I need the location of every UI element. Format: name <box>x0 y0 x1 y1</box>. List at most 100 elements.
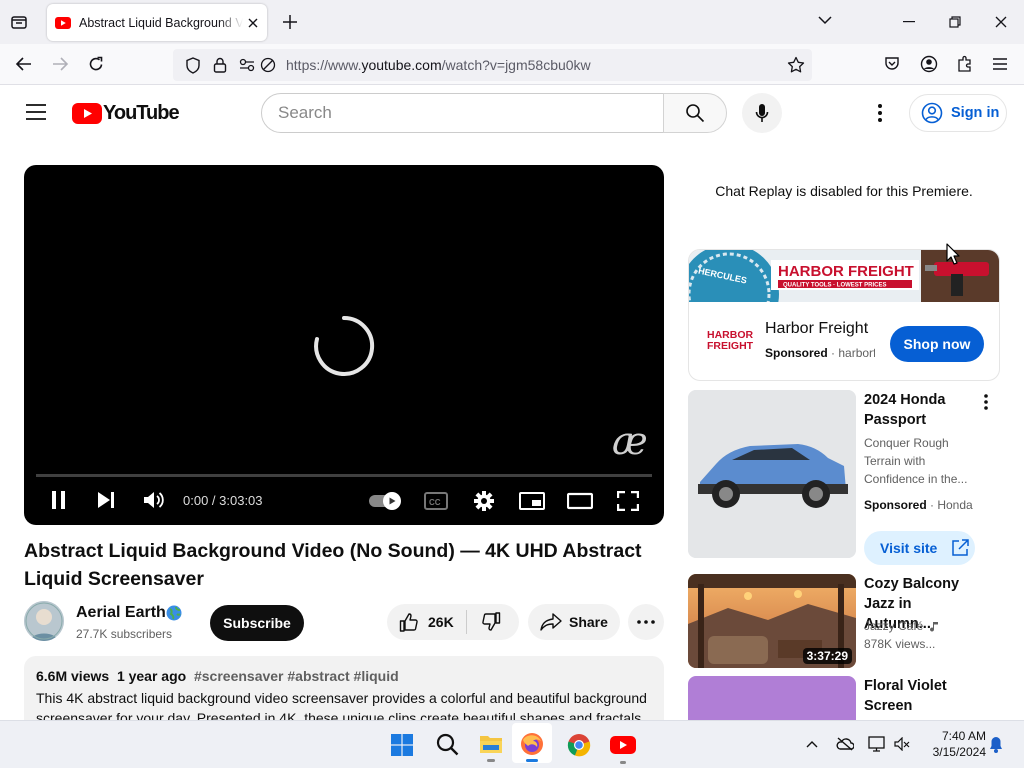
jazz-video-views: 878K views... <box>864 637 936 651</box>
video-duration: 3:37:29 <box>802 648 852 664</box>
video-player[interactable]: æ 0:00 / 3:03:03 CC <box>24 165 664 525</box>
minimize-icon[interactable] <box>903 21 915 23</box>
network-display-icon[interactable] <box>868 736 886 752</box>
music-note-icon <box>929 621 940 633</box>
open-external-icon <box>951 539 970 557</box>
youtube-masthead: YouTube Search Sign in <box>0 85 1024 141</box>
voice-search-button[interactable] <box>742 93 782 133</box>
subtitles-cc-button[interactable]: CC <box>424 492 448 510</box>
channel-name[interactable]: Aerial Earth <box>76 604 166 622</box>
bookmark-star-icon[interactable] <box>787 56 805 74</box>
file-explorer-icon[interactable] <box>479 733 503 762</box>
like-button[interactable]: 26K <box>387 610 467 634</box>
share-button[interactable]: Share <box>528 604 620 640</box>
miniplayer-button[interactable] <box>519 492 545 510</box>
firefox-taskbar-button[interactable] <box>512 723 552 763</box>
progress-bar[interactable] <box>36 474 652 477</box>
ad-more-options-icon[interactable] <box>984 394 988 410</box>
tab-title: Abstract Liquid Background Video (No Sou… <box>79 15 243 30</box>
honda-ad-title[interactable]: 2024 Honda Passport <box>864 390 974 430</box>
pause-button[interactable] <box>50 490 68 510</box>
channel-avatar[interactable] <box>24 601 64 641</box>
notification-bell-icon[interactable] <box>989 736 1003 753</box>
youtube-app-icon[interactable] <box>610 736 636 764</box>
autoplay-toggle[interactable] <box>368 491 404 511</box>
video-title: Abstract Liquid Background Video (No Sou… <box>24 540 642 590</box>
subscriber-count: 27.7K subscribers <box>76 627 173 641</box>
ad-advertiser-name[interactable]: Harbor Freight <box>765 320 868 338</box>
tracking-protection-shield-icon[interactable] <box>185 57 201 74</box>
windows-start-icon[interactable] <box>391 734 413 756</box>
subscribe-button[interactable]: Subscribe <box>210 605 304 641</box>
mouse-cursor-icon <box>946 243 960 265</box>
channel-watermark[interactable]: æ <box>612 421 648 461</box>
thumbs-up-icon <box>399 612 419 632</box>
globe-emoji-icon <box>166 605 182 621</box>
youtube-logo[interactable]: YouTube <box>72 102 180 125</box>
app-menu-icon[interactable] <box>993 58 1007 70</box>
restore-icon[interactable] <box>949 16 961 28</box>
shop-now-button[interactable]: Shop now <box>890 326 984 362</box>
windows-taskbar: 7:40 AM 3/15/2024 <box>0 720 1024 768</box>
pocket-icon[interactable] <box>884 56 900 72</box>
fullscreen-button[interactable] <box>617 491 639 511</box>
settings-more-icon[interactable] <box>878 104 882 122</box>
close-tab-icon[interactable] <box>247 17 259 29</box>
permissions-icon[interactable] <box>239 58 255 72</box>
list-all-tabs-chevron-icon[interactable] <box>818 15 832 25</box>
settings-gear-icon[interactable] <box>473 490 495 512</box>
harbor-freight-logo[interactable]: HARBOR FREIGHT <box>707 330 753 352</box>
jazz-video-thumbnail[interactable]: 3:37:29 <box>688 574 856 668</box>
speaker-muted-icon[interactable] <box>894 737 910 751</box>
extensions-icon[interactable] <box>957 55 973 72</box>
floral-video-thumbnail[interactable] <box>688 676 856 720</box>
search-button[interactable] <box>663 93 727 133</box>
taskbar-clock[interactable]: 7:40 AM 3/15/2024 <box>916 728 986 760</box>
ad-sponsored-line: Sponsored · harborf <box>765 346 875 360</box>
guide-menu-icon[interactable] <box>26 104 46 120</box>
sign-in-button[interactable]: Sign in <box>909 94 1007 132</box>
next-video-button[interactable] <box>96 491 116 509</box>
account-icon[interactable] <box>920 55 938 73</box>
url-text[interactable]: https://www.youtube.com/watch?v=jgm58cbu… <box>286 57 591 73</box>
browser-nav-bar: https://www.youtube.com/watch?v=jgm58cbu… <box>0 44 1024 85</box>
honda-ad-sponsored-line: Sponsored · Honda <box>864 498 973 512</box>
theater-mode-button[interactable] <box>567 492 593 510</box>
taskbar-search-icon[interactable] <box>436 733 459 756</box>
dislike-button[interactable] <box>467 612 501 632</box>
chrome-icon[interactable] <box>567 733 591 757</box>
firefox-icon <box>520 732 544 756</box>
tab-list-icon[interactable] <box>10 13 28 31</box>
more-horizontal-icon <box>637 620 655 624</box>
jazz-video-channel[interactable]: Jazzy Café <box>864 617 940 635</box>
forward-icon[interactable] <box>52 56 69 72</box>
harbor-freight-ad-card[interactable]: HERCULES HARBOR FREIGHT QUALITY TOOLS · … <box>688 249 1000 381</box>
browser-tab-active[interactable]: Abstract Liquid Background Video (No Sou… <box>47 4 267 41</box>
onedrive-cloud-icon[interactable] <box>836 737 854 751</box>
reload-icon[interactable] <box>88 56 104 72</box>
more-actions-button[interactable] <box>628 604 664 640</box>
youtube-wordmark: YouTube <box>103 102 180 124</box>
show-hidden-icons-chevron-icon[interactable] <box>806 740 818 748</box>
url-bar[interactable]: https://www.youtube.com/watch?v=jgm58cbu… <box>173 49 812 81</box>
hashtags[interactable]: #screensaver #abstract #liquid <box>194 668 399 684</box>
volume-button[interactable] <box>143 490 165 510</box>
visit-site-button[interactable]: Visit site <box>864 531 975 565</box>
search-input[interactable]: Search <box>261 93 664 133</box>
like-dislike-group: 26K <box>387 604 519 640</box>
microphone-icon <box>755 103 769 123</box>
chat-replay-disabled-note: Chat Replay is disabled for this Premier… <box>715 183 973 199</box>
ad-banner-tagline: QUALITY TOOLS · LOWEST PRICES <box>783 283 886 289</box>
honda-ad-thumbnail[interactable] <box>688 390 856 558</box>
browser-tab-bar: Abstract Liquid Background Video (No Sou… <box>0 0 1024 44</box>
youtube-play-logo-icon <box>72 103 102 124</box>
floral-video-title[interactable]: Floral Violet Screen <box>864 676 976 716</box>
youtube-favicon-icon <box>55 16 71 29</box>
back-icon[interactable] <box>15 56 32 72</box>
new-tab-icon[interactable] <box>282 14 298 30</box>
share-arrow-icon <box>540 612 562 632</box>
close-window-icon[interactable] <box>995 16 1007 28</box>
lock-icon[interactable] <box>213 57 227 73</box>
autoplay-blocked-icon[interactable] <box>260 57 276 73</box>
description-meta: 6.6M views 1 year ago #screensaver #abst… <box>36 668 399 684</box>
